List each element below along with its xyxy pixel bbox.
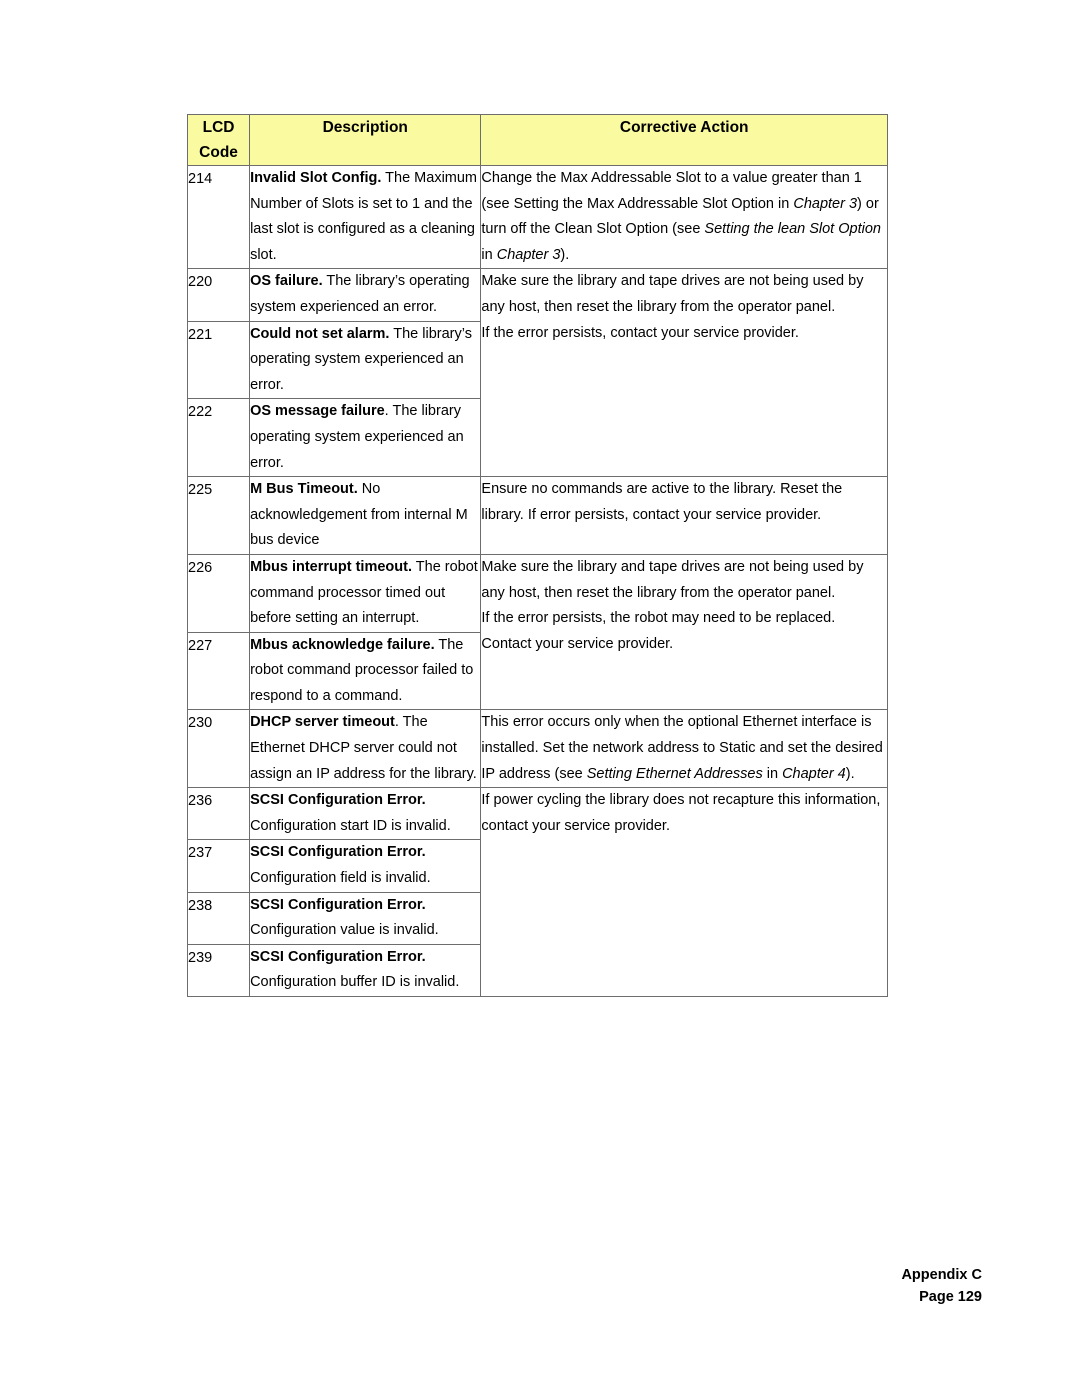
cell-description: SCSI Configuration Error. Configuration … [249,891,482,945]
cell-lcd-code: 237 [186,839,251,893]
cell-lcd-code: 222 [186,398,251,478]
column-header-corrective-action: Corrective Action [480,114,888,166]
cell-lcd-code: 225 [186,476,251,555]
table-row: 214 Invalid Slot Config. The Maximum Numb… [186,164,888,270]
cell-corrective-action: Change the Max Addressable Slot to a val… [480,164,888,270]
cell-lcd-code: 220 [186,268,251,322]
cell-description: M Bus Timeout. No acknowledgement from i… [249,476,482,555]
table-row: 220 OS failure. The library’s operating s… [186,268,888,478]
cell-corrective-action: Make sure the library and tape drives ar… [480,553,888,711]
table-row: 236 SCSI Configuration Error. Configurati… [186,787,888,997]
cell-lcd-code: 214 [186,164,251,270]
table-row: 226 Mbus interrupt timeout. The robot com… [186,553,888,711]
cell-lcd-code: 221 [186,320,251,400]
column-header-lcd-code-line1: LCD [202,119,235,136]
cell-description: SCSI Configuration Error. Configuration … [249,943,482,998]
cell-lcd-code: 236 [186,787,251,841]
cell-description: SCSI Configuration Error. Configuration … [249,787,482,841]
cell-lcd-code: 230 [186,709,251,789]
cell-description: OS message failure. The library operatin… [249,398,482,478]
page-footer: Appendix C Page 129 [901,1264,982,1308]
cell-description: Mbus interrupt timeout. The robot comman… [249,553,482,633]
table-row: 225 M Bus Timeout. No acknowledgement fro… [186,476,888,555]
table-row: 230 DHCP server timeout. The Ethernet DHC… [186,709,888,789]
cell-description: OS failure. The library’s operating syst… [249,268,482,322]
cell-description: Could not set alarm. The library’s opera… [249,320,482,400]
table-body: 214 Invalid Slot Config. The Maximum Numb… [186,164,888,998]
lcd-error-code-table: LCD Code Description Corrective Action 2… [186,114,888,998]
table-header: LCD Code Description Corrective Action [186,114,888,166]
cell-description: Mbus acknowledge failure. The robot comm… [249,631,482,711]
cell-corrective-action: Ensure no commands are active to the lib… [480,476,888,555]
cell-corrective-action: If power cycling the library does not re… [480,787,888,997]
column-header-description: Description [249,114,482,166]
cell-lcd-code: 227 [186,631,251,711]
column-header-lcd-code-line2: Code [199,144,238,161]
cell-description: SCSI Configuration Error. Configuration … [249,839,482,893]
footer-page-number: Page 129 [919,1289,982,1305]
document-page: LCD Code Description Corrective Action 2… [0,0,1080,1397]
column-header-lcd-code: LCD Code [186,114,251,166]
cell-description: DHCP server timeout. The Ethernet DHCP s… [249,709,482,789]
cell-corrective-action: Make sure the library and tape drives ar… [480,268,888,478]
footer-appendix: Appendix C [901,1267,982,1283]
cell-corrective-action: This error occurs only when the optional… [480,709,888,789]
table-header-row: LCD Code Description Corrective Action [186,114,888,166]
cell-lcd-code: 239 [186,943,251,998]
cell-lcd-code: 238 [186,891,251,945]
cell-lcd-code: 226 [186,553,251,633]
cell-description: Invalid Slot Config. The Maximum Number … [249,164,482,270]
